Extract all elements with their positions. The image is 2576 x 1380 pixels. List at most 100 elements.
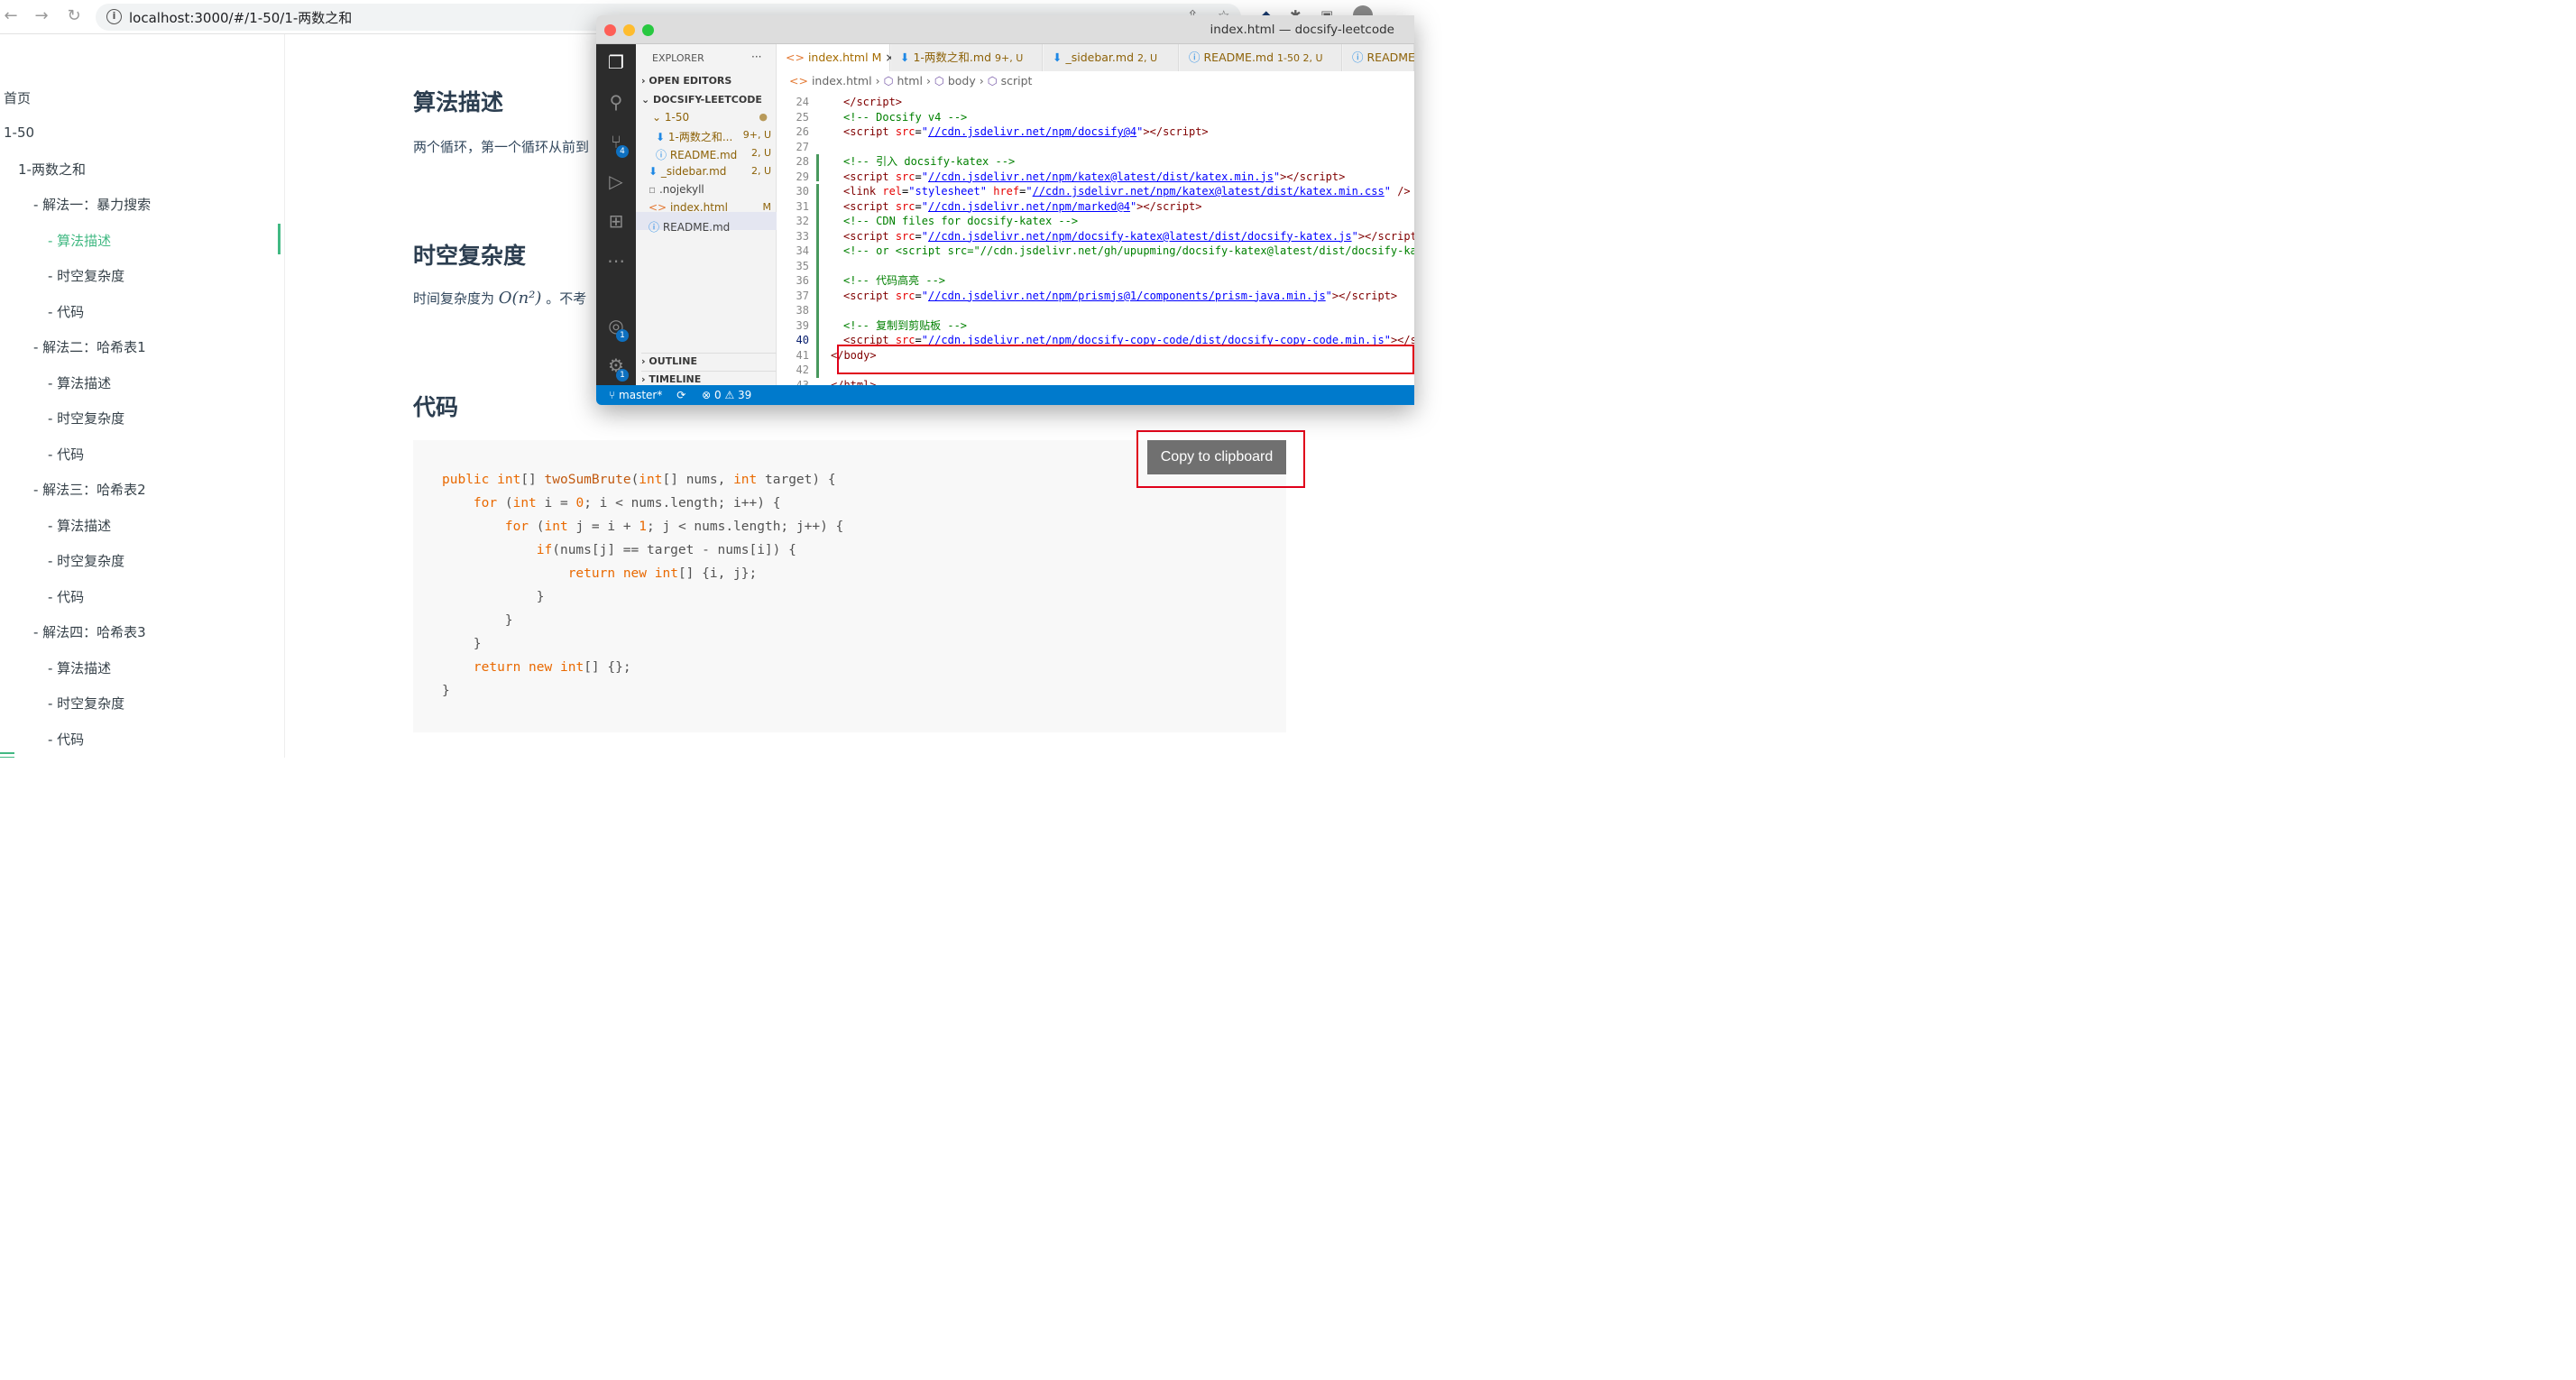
tab-readme-md[interactable]: ⓘ README.md 1-50 2, U — [1180, 44, 1342, 71]
sidebar-toggle-icon[interactable] — [0, 752, 14, 754]
line-number: 38 — [796, 304, 809, 317]
timeline-label: TIMELINE — [649, 373, 702, 385]
git-added-marker — [816, 154, 819, 181]
breadcrumb-script[interactable]: script — [1001, 74, 1033, 87]
info-icon[interactable]: i — [106, 9, 122, 24]
search-icon[interactable]: ⚲ — [605, 91, 627, 113]
open-editors-section[interactable]: › OPEN EDITORS — [641, 75, 731, 87]
file-item[interactable]: ⓘ README.md — [649, 219, 730, 235]
tab-sidebar-md[interactable]: ⬇ _sidebar.md 2, U — [1044, 44, 1179, 71]
outline-label: OUTLINE — [649, 355, 697, 367]
activity-bar: ❐ ⚲ ⑂ 4 ▷ ⊞ ⋯ ◎ 1 ⚙ 1 — [596, 44, 636, 385]
error-count[interactable]: 0 — [714, 389, 722, 401]
sidebar-item-code[interactable]: - 代码 — [48, 302, 84, 321]
tab-readme-2[interactable]: ⓘ README. — [1343, 44, 1414, 71]
explorer-title: EXPLORER — [652, 52, 704, 64]
element-icon: ⬡ — [883, 74, 894, 87]
breadcrumb-html[interactable]: html — [897, 74, 922, 87]
file-name: README.md — [662, 221, 731, 234]
file-item[interactable]: ⓘ README.md 2, U — [656, 147, 771, 162]
sidebar-item-algo-desc-active[interactable]: - 算法描述 — [48, 231, 111, 250]
close-window-icon[interactable] — [604, 24, 616, 36]
forward-arrow-icon[interactable]: → — [31, 5, 52, 27]
code-line: } — [442, 590, 545, 604]
sidebar-item-code[interactable]: - 代码 — [48, 730, 84, 749]
sidebar-item-two-sum[interactable]: 1-两数之和 — [18, 160, 86, 179]
workspace-root-label: DOCSIFY-LEETCODE — [653, 94, 762, 106]
sidebar-item-code[interactable]: - 代码 — [48, 445, 84, 464]
sidebar-item-complexity[interactable]: - 时空复杂度 — [48, 551, 124, 570]
tab-index-html[interactable]: <> index.html M × — [777, 44, 895, 71]
sidebar-item-algo-desc[interactable]: - 算法描述 — [48, 516, 111, 535]
warning-count[interactable]: 39 — [738, 389, 751, 401]
warnings-icon: ⚠ — [724, 389, 735, 401]
sidebar-item-solution-1[interactable]: - 解法一：暴力搜索 — [33, 195, 151, 214]
code-line: <!-- CDN files for docsify-katex --> — [843, 215, 1079, 227]
code-line: } — [442, 684, 450, 698]
outline-section[interactable]: › OUTLINE — [641, 353, 777, 367]
file-status: 9+, U — [742, 129, 771, 141]
maximize-window-icon[interactable] — [642, 24, 654, 36]
folder-1-50[interactable]: ⌄ 1-50 ● — [652, 111, 768, 124]
breadcrumb-separator-icon: › — [925, 74, 931, 87]
minimize-window-icon[interactable] — [623, 24, 635, 36]
extensions-icon[interactable]: ⊞ — [605, 210, 627, 232]
file-status: 2, U — [750, 147, 771, 159]
sidebar-item-1-50[interactable]: 1-50 — [4, 124, 34, 141]
file-name: 1-两数之和... — [667, 131, 733, 143]
html-file-icon: <> — [789, 74, 808, 87]
sidebar-item-home[interactable]: 首页 — [4, 88, 31, 107]
tab-two-sum-md[interactable]: ⬇ 1-两数之和.md 9+, U — [891, 44, 1043, 71]
heading-complexity: 时空复杂度 — [413, 243, 527, 269]
url-text[interactable]: localhost:3000/#/1-50/1-两数之和 — [129, 8, 352, 27]
sidebar-item-complexity[interactable]: - 时空复杂度 — [48, 694, 124, 713]
code-line: <!-- or <script src="//cdn.jsdelivr.net/… — [843, 244, 1414, 257]
info-file-icon: ⓘ — [1189, 51, 1201, 64]
code-line: <!-- Docsify v4 --> — [843, 110, 968, 124]
more-icon[interactable]: ⋯ — [605, 250, 627, 271]
sidebar-item-algo-desc[interactable]: - 算法描述 — [48, 373, 111, 392]
line-number: 36 — [796, 274, 809, 287]
sidebar-item-code[interactable]: - 代码 — [48, 587, 84, 606]
complexity-formula: O(n²) — [498, 289, 542, 308]
files-icon[interactable]: ❐ — [605, 51, 627, 73]
file-item[interactable]: ▫ .nojekyll — [649, 183, 704, 196]
file-item[interactable]: ⬇ 1-两数之和... 9+, U — [656, 129, 771, 144]
window-title: index.html — docsify-leetcode — [1210, 23, 1394, 37]
sidebar-item-complexity[interactable]: - 时空复杂度 — [48, 409, 124, 428]
code-line: <!-- 代码高亮 --> — [843, 274, 946, 287]
line-number: 34 — [796, 244, 809, 257]
breadcrumb-file[interactable]: index.html — [812, 74, 872, 87]
branch-icon: ⑂ — [609, 389, 616, 401]
errors-icon: ⊗ — [702, 389, 712, 401]
back-arrow-icon[interactable]: ← — [0, 5, 22, 27]
workspace-root[interactable]: ⌄ DOCSIFY-LEETCODE — [641, 94, 762, 106]
line-number: 33 — [796, 229, 809, 243]
timeline-section[interactable]: › TIMELINE — [641, 371, 777, 385]
code-line: } — [442, 613, 513, 628]
reload-icon[interactable]: ↻ — [63, 5, 85, 27]
run-debug-icon[interactable]: ▷ — [605, 170, 627, 192]
tab-label: README. — [1366, 51, 1415, 64]
manage-badge: 1 — [616, 369, 629, 382]
code-line: return new int[] {i, j}; — [567, 566, 758, 581]
file-item[interactable]: ⬇ _sidebar.md 2, U — [649, 165, 771, 178]
code-line: <script src="//cdn.jsdelivr.net/npm/mark… — [843, 199, 1202, 213]
breadcrumb-body[interactable]: body — [948, 74, 976, 87]
sidebar-item-solution-3[interactable]: - 解法三：哈希表2 — [33, 480, 146, 499]
sidebar-item-algo-desc[interactable]: - 算法描述 — [48, 658, 111, 677]
sidebar-item-solution-2[interactable]: - 解法二：哈希表1 — [33, 337, 146, 356]
file-item-selected[interactable]: <> index.html M — [649, 201, 771, 214]
code-line: return new int[] {}; — [473, 660, 631, 675]
sidebar-item-solution-4[interactable]: - 解法四：哈希表3 — [33, 622, 146, 641]
explorer-panel: EXPLORER ··· › OPEN EDITORS ⌄ DOCSIFY-LE… — [636, 44, 777, 385]
html-file-icon: <> — [786, 51, 805, 64]
git-branch[interactable]: master* — [619, 389, 662, 401]
sidebar-item-complexity[interactable]: - 时空复杂度 — [48, 266, 124, 285]
vscode-titlebar: index.html — docsify-leetcode — [596, 15, 1414, 44]
code-line: </script> — [843, 96, 903, 108]
explorer-more-icon[interactable]: ··· — [751, 51, 761, 63]
code-line: <link rel="stylesheet" href="//cdn.jsdel… — [843, 185, 1411, 198]
sync-icon[interactable]: ⟳ — [676, 389, 685, 401]
tab-status: 9+, U — [995, 52, 1024, 64]
